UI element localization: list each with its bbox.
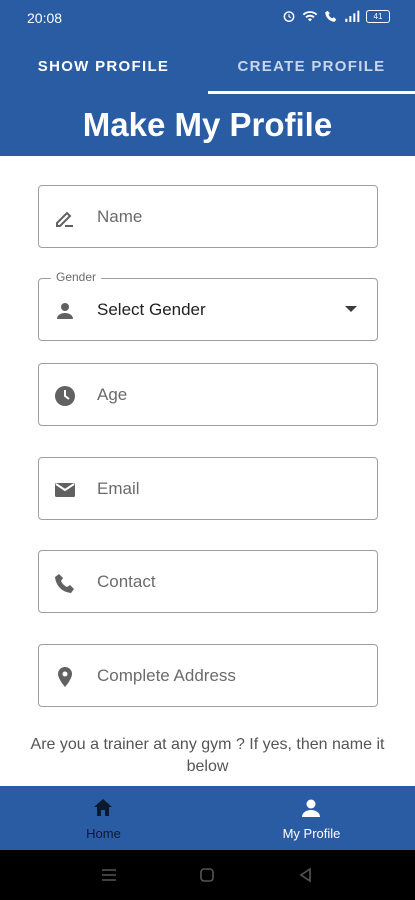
wifi-icon [302,11,318,22]
home-button-icon[interactable] [198,866,216,884]
nav-my-profile[interactable]: My Profile [208,786,415,850]
contact-field[interactable]: Contact [38,550,378,613]
profile-form: Name Gender Select Gender Age Email Cont… [0,156,415,786]
email-field[interactable]: Email [38,457,378,520]
gender-select[interactable]: Gender Select Gender [38,270,378,341]
name-field[interactable]: Name [38,185,378,248]
chevron-down-icon [345,306,357,312]
back-icon[interactable] [297,866,315,884]
status-bar: 20:08 41 [0,0,415,38]
tab-create-profile-label: CREATE PROFILE [237,57,386,75]
nav-home[interactable]: Home [0,786,207,850]
menu-icon[interactable] [100,866,118,884]
bottom-nav: Home My Profile [0,786,415,850]
signal-icon [345,10,360,22]
call-icon [325,10,337,22]
battery-level: 41 [373,11,383,21]
contact-placeholder: Contact [97,572,156,591]
tab-create-profile[interactable]: CREATE PROFILE [208,38,415,94]
email-placeholder: Email [97,479,140,498]
nav-my-profile-label: My Profile [282,826,341,841]
age-field[interactable]: Age [38,363,378,426]
battery-icon: 41 [366,9,390,23]
person-icon [302,799,320,817]
status-time: 20:08 [27,10,63,26]
trainer-question: Are you a trainer at any gym ? If yes, t… [30,736,385,775]
tab-show-profile-label: SHOW PROFILE [37,57,170,75]
page-header: Make My Profile [0,94,415,156]
person-icon [57,303,73,319]
gender-value: Select Gender [97,300,206,319]
address-field[interactable]: Complete Address [38,644,378,707]
name-placeholder: Name [97,207,143,226]
nav-home-label: Home [86,826,121,841]
mail-icon [55,483,75,497]
tab-show-profile[interactable]: SHOW PROFILE [0,38,207,94]
phone-icon [55,574,74,593]
address-placeholder: Complete Address [97,666,236,685]
age-placeholder: Age [97,385,128,404]
gender-label: Gender [51,270,102,284]
top-tabs: SHOW PROFILE CREATE PROFILE [0,38,415,94]
location-icon [58,667,72,687]
edit-icon [56,211,73,227]
system-nav-bar [0,850,415,900]
alarm-icon [283,11,295,22]
page-title: Make My Profile [82,106,333,143]
clock-icon [55,386,75,406]
home-icon [94,799,112,816]
status-icons: 41 [282,9,390,23]
